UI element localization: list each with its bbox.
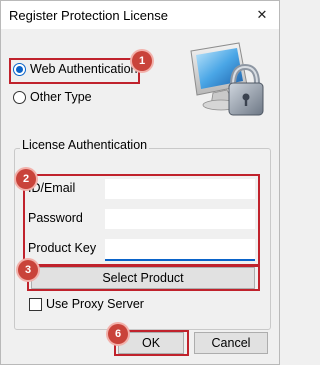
- radio-other-type[interactable]: Other Type: [13, 90, 92, 104]
- annotation-badge-3: 3: [18, 260, 38, 280]
- title-bar[interactable]: Register Protection License ✕: [1, 1, 279, 29]
- use-proxy-checkbox[interactable]: [29, 297, 42, 311]
- radio-label-other-type: Other Type: [30, 90, 92, 104]
- window-title: Register Protection License: [9, 8, 168, 23]
- annotation-badge-2: 2: [16, 169, 36, 189]
- computer-padlock-icon: [187, 39, 267, 121]
- use-proxy-server-checkbox-row[interactable]: Use Proxy Server: [29, 297, 144, 311]
- radio-button-unselected[interactable]: [13, 90, 26, 104]
- annotation-badge-6: 6: [108, 324, 128, 344]
- annotation-badge-1: 1: [132, 51, 152, 71]
- annotation-box-web-authentication: [9, 58, 140, 84]
- close-button[interactable]: ✕: [251, 5, 273, 25]
- annotation-box-credentials: [23, 174, 260, 266]
- license-authentication-legend: License Authentication: [20, 138, 150, 152]
- dialog-window: Register Protection License ✕ Web Authen…: [0, 0, 280, 365]
- cancel-label: Cancel: [211, 336, 251, 350]
- close-icon: ✕: [256, 7, 268, 22]
- annotation-box-select-product: [27, 265, 260, 291]
- use-proxy-label: Use Proxy Server: [46, 297, 144, 311]
- cancel-button[interactable]: Cancel: [194, 332, 268, 354]
